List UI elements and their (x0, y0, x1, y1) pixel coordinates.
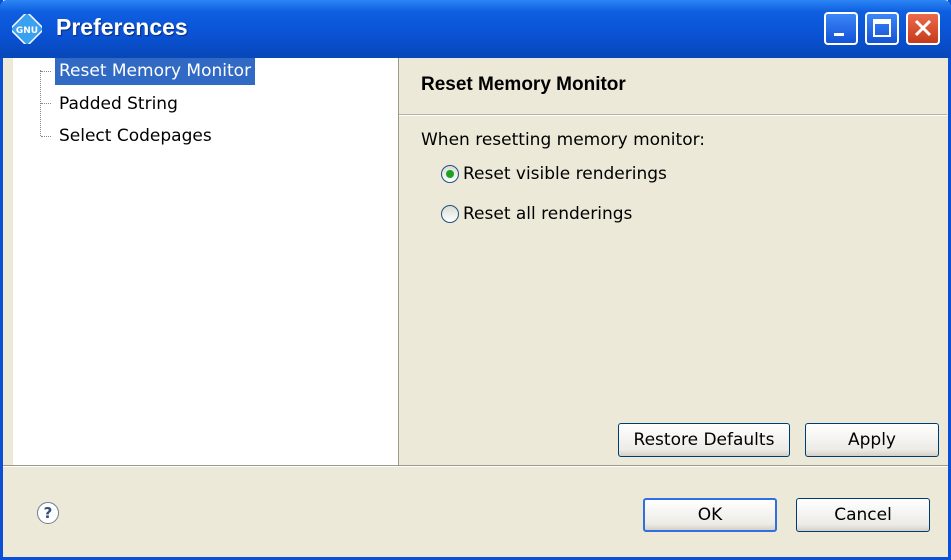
radio-label: Reset all renderings (463, 204, 633, 224)
close-icon (914, 19, 932, 37)
minimize-icon (834, 33, 844, 36)
preferences-window: GNU Preferences Reset Memory Monitor Pad… (0, 0, 951, 560)
minimize-button[interactable] (824, 12, 858, 45)
cancel-button[interactable]: Cancel (796, 498, 930, 532)
app-icon-label: GNU (16, 26, 38, 36)
tree-item-select-codepages[interactable]: Select Codepages (55, 123, 216, 150)
tree-connector (41, 136, 51, 137)
help-icon[interactable]: ? (37, 502, 59, 524)
tree-item-padded-string[interactable]: Padded String (55, 91, 182, 118)
title-bar[interactable]: GNU Preferences (0, 0, 951, 58)
group-label: When resetting memory monitor: (421, 130, 706, 150)
page-title: Reset Memory Monitor (421, 74, 626, 95)
radio-reset-all[interactable]: Reset all renderings (441, 202, 632, 226)
tree-item-reset-memory-monitor[interactable]: Reset Memory Monitor (55, 58, 256, 85)
preference-tree: Reset Memory Monitor Padded String Selec… (13, 58, 399, 465)
radio-button-checked[interactable] (441, 165, 459, 183)
preference-page: Reset Memory Monitor When resetting memo… (399, 58, 947, 465)
app-icon: GNU (12, 14, 42, 44)
title-separator (399, 114, 947, 116)
close-button[interactable] (906, 12, 940, 45)
tree-connector (41, 71, 51, 72)
restore-defaults-button[interactable]: Restore Defaults (618, 423, 790, 457)
maximize-icon (873, 19, 891, 37)
radio-label: Reset visible renderings (463, 164, 667, 184)
radio-reset-visible[interactable]: Reset visible renderings (441, 162, 667, 186)
radio-button[interactable] (441, 205, 459, 223)
maximize-button[interactable] (865, 12, 899, 45)
apply-button[interactable]: Apply (805, 423, 939, 457)
footer-separator (3, 465, 948, 467)
ok-button[interactable]: OK (643, 498, 777, 532)
tree-connector (41, 103, 51, 104)
window-title: Preferences (56, 14, 188, 40)
